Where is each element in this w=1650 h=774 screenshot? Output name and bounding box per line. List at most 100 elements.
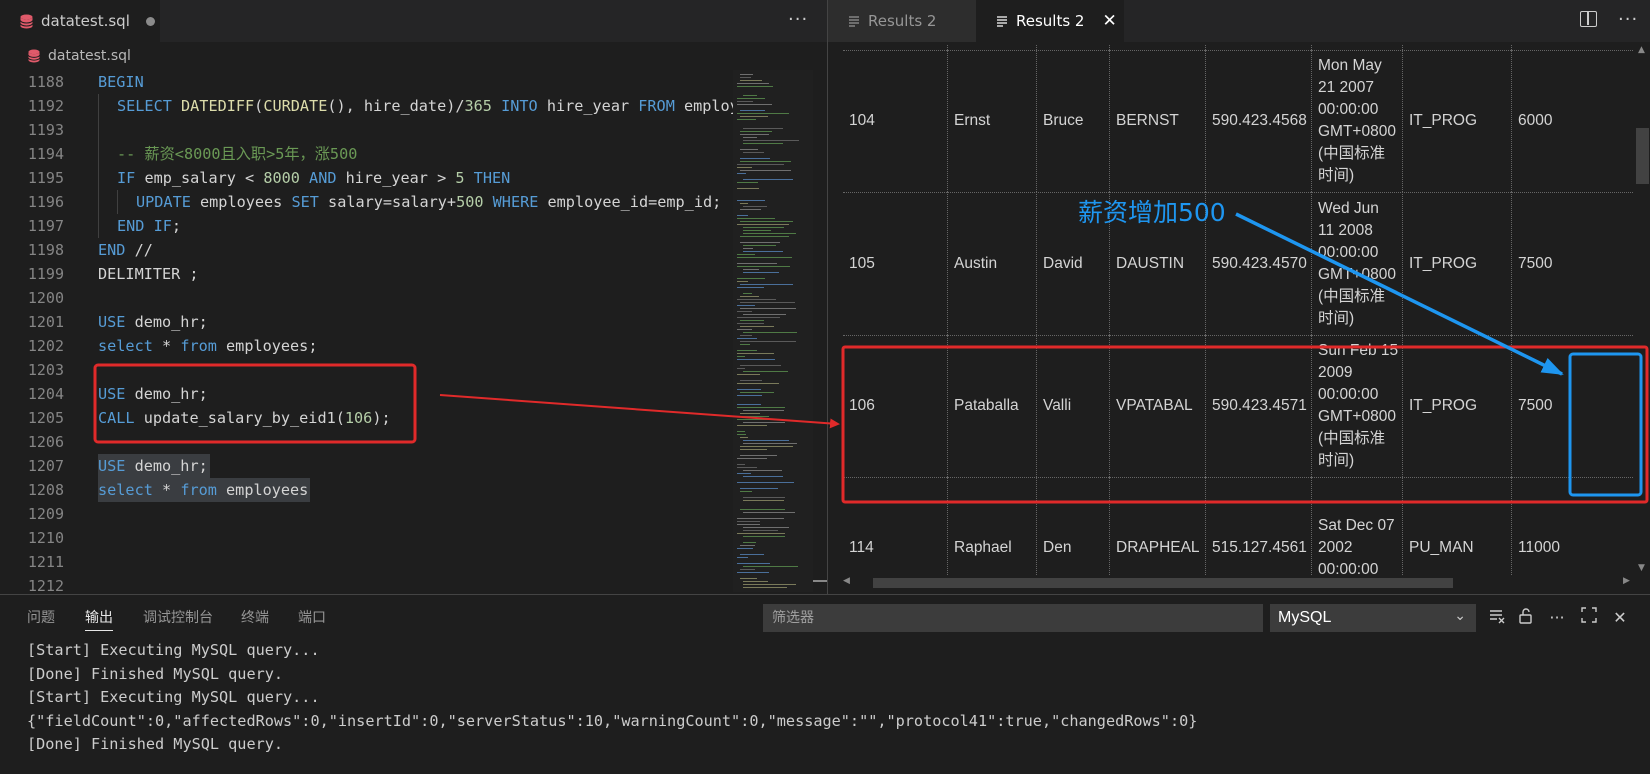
minimap-line bbox=[737, 218, 775, 219]
minimap-line bbox=[740, 341, 796, 342]
table-row[interactable]: 106 Pataballa Valli VPATABAL 590.423.4571 Sun… bbox=[843, 335, 1650, 477]
code-line[interactable]: SELECT DATEDIFF(CURDATE(), hire_date)/36… bbox=[98, 94, 733, 118]
tab-output[interactable]: 输出 bbox=[85, 607, 113, 631]
code-line[interactable]: END IF; bbox=[98, 214, 181, 238]
tab-ports[interactable]: 端口 bbox=[298, 607, 326, 627]
table-cell[interactable]: Ernst bbox=[947, 50, 1036, 192]
table-cell[interactable]: 106 bbox=[843, 335, 947, 477]
code-line[interactable]: DELIMITER ; bbox=[98, 262, 199, 286]
unsaved-dot-icon[interactable] bbox=[145, 16, 155, 26]
minimap-line bbox=[743, 443, 797, 444]
table-cell[interactable]: 590.423.4568 bbox=[1205, 50, 1311, 192]
minimap-line bbox=[737, 548, 753, 549]
more-actions-icon[interactable]: ··· bbox=[788, 9, 808, 30]
table-cell[interactable]: BERNST bbox=[1109, 50, 1205, 192]
tab-results-2-inactive[interactable]: Results 2 bbox=[828, 0, 976, 42]
minimap[interactable] bbox=[733, 70, 813, 592]
code-line[interactable]: BEGIN bbox=[98, 70, 144, 94]
split-editor-icon[interactable] bbox=[1580, 11, 1597, 27]
results-vertical-scrollbar[interactable]: ▲ ▼ bbox=[1633, 45, 1650, 575]
code-line[interactable]: IF emp_salary < 8000 AND hire_year > 5 T… bbox=[98, 166, 510, 190]
filter-input[interactable] bbox=[763, 604, 1263, 632]
scroll-right-icon[interactable]: ▶ bbox=[1623, 576, 1630, 586]
scroll-left-icon[interactable]: ◀ bbox=[843, 576, 850, 586]
scroll-thumb[interactable] bbox=[1636, 128, 1649, 184]
code-editor[interactable]: 1188 BEGIN 1192 SELECT DATEDIFF(CURDATE(), … bbox=[0, 70, 733, 592]
line-number: 1210 bbox=[27, 529, 64, 547]
minimap-line bbox=[743, 587, 787, 588]
table-cell[interactable]: Valli bbox=[1036, 335, 1109, 477]
minimap-line bbox=[737, 374, 760, 375]
code-line[interactable]: USE demo_hr; bbox=[98, 310, 208, 334]
code-token: demo_hr; bbox=[125, 313, 208, 331]
output-channel-select[interactable]: MySQL ⌄ bbox=[1270, 604, 1476, 632]
table-cell[interactable]: 590.423.4571 bbox=[1205, 335, 1311, 477]
table-cell[interactable]: Sun Feb 15 2009 00:00:00 GMT+0800 (中国标准 … bbox=[1311, 335, 1402, 477]
tab-debug-console[interactable]: 调试控制台 bbox=[143, 607, 213, 627]
line-number: 1194 bbox=[27, 145, 64, 163]
table-cell[interactable]: 104 bbox=[843, 50, 947, 192]
code-token: // bbox=[125, 241, 153, 259]
tab-results-2-active[interactable]: Results 2 ✕ bbox=[976, 0, 1124, 42]
minimap-line bbox=[737, 572, 769, 573]
table-row[interactable]: 114 Raphael Den DRAPHEAL 515.127.4561 Sat Dec… bbox=[843, 477, 1650, 575]
tab-problems[interactable]: 问题 bbox=[27, 607, 55, 627]
code-line[interactable]: USE demo_hr; bbox=[98, 382, 208, 406]
minimap-line bbox=[737, 278, 765, 279]
table-cell[interactable]: Bruce bbox=[1036, 50, 1109, 192]
table-cell[interactable]: Pataballa bbox=[947, 335, 1036, 477]
editor-scrollbar[interactable] bbox=[813, 70, 827, 592]
breadcrumb[interactable]: datatest.sql bbox=[0, 42, 827, 70]
table-cell[interactable]: Raphael bbox=[947, 477, 1036, 575]
code-token: demo_hr; bbox=[125, 385, 208, 403]
table-row[interactable]: 104 Ernst Bruce BERNST 590.423.4568 Mon May 2… bbox=[843, 50, 1650, 192]
code-line[interactable]: CALL update_salary_by_eid1(106); bbox=[98, 406, 391, 430]
editor-tab-datatest[interactable]: datatest.sql bbox=[0, 0, 160, 42]
code-line[interactable]: select * from employees; bbox=[98, 334, 317, 358]
lock-scroll-icon[interactable] bbox=[1515, 607, 1537, 629]
close-icon[interactable]: ✕ bbox=[1102, 11, 1116, 31]
code-line[interactable]: -- 薪资<8000且入职>5年，涨500 bbox=[98, 142, 357, 166]
code-token: hire_year > bbox=[336, 169, 456, 187]
minimap-line bbox=[737, 407, 785, 408]
table-row[interactable]: 105 Austin David DAUSTIN 590.423.4570 Wed Jun… bbox=[843, 192, 1650, 335]
minimap-line bbox=[737, 353, 774, 354]
minimap-line bbox=[740, 320, 764, 321]
tab-terminal[interactable]: 终端 bbox=[241, 607, 269, 627]
results-table[interactable]: 104 Ernst Bruce BERNST 590.423.4568 Mon May 2… bbox=[843, 45, 1650, 575]
table-cell[interactable]: Austin bbox=[947, 192, 1036, 335]
table-cell[interactable]: 11000 bbox=[1511, 477, 1633, 575]
table-cell[interactable]: IT_PROG bbox=[1402, 335, 1511, 477]
table-cell[interactable]: IT_PROG bbox=[1402, 50, 1511, 192]
more-actions-icon[interactable]: ··· bbox=[1618, 9, 1638, 30]
table-cell[interactable]: Den bbox=[1036, 477, 1109, 575]
table-cell[interactable]: 114 bbox=[843, 477, 947, 575]
table-cell[interactable]: 7500 bbox=[1511, 335, 1633, 477]
code-line[interactable]: select * from employees bbox=[98, 478, 308, 502]
minimap-line bbox=[743, 233, 796, 234]
table-cell[interactable]: Mon May 21 2007 00:00:00 GMT+0800 (中国标准 … bbox=[1311, 50, 1402, 192]
table-cell[interactable]: Sat Dec 07 2002 00:00:00 bbox=[1311, 477, 1402, 575]
table-cell[interactable]: 6000 bbox=[1511, 50, 1633, 192]
code-line[interactable]: END // bbox=[98, 238, 153, 262]
table-cell[interactable]: 7500 bbox=[1511, 192, 1633, 335]
code-line[interactable]: USE demo_hr; bbox=[98, 454, 208, 478]
table-cell[interactable]: 515.127.4561 bbox=[1205, 477, 1311, 575]
clear-output-icon[interactable] bbox=[1486, 607, 1508, 629]
scroll-thumb[interactable] bbox=[873, 578, 1453, 588]
more-actions-icon[interactable]: ··· bbox=[1546, 607, 1568, 629]
scroll-down-icon[interactable]: ▼ bbox=[1638, 563, 1645, 573]
scroll-up-icon[interactable]: ▲ bbox=[1638, 45, 1645, 55]
code-line[interactable]: UPDATE employees SET salary=salary+500 W… bbox=[98, 190, 721, 214]
table-cell[interactable]: Wed Jun 11 2008 00:00:00 GMT+0800 (中国标准 … bbox=[1311, 192, 1402, 335]
results-horizontal-scrollbar[interactable]: ◀ ▶ bbox=[843, 576, 1633, 590]
table-cell[interactable]: DRAPHEAL bbox=[1109, 477, 1205, 575]
close-panel-icon[interactable]: ✕ bbox=[1609, 607, 1631, 629]
line-number: 1198 bbox=[27, 241, 64, 259]
table-cell[interactable]: PU_MAN bbox=[1402, 477, 1511, 575]
table-cell[interactable]: IT_PROG bbox=[1402, 192, 1511, 335]
table-cell[interactable]: 105 bbox=[843, 192, 947, 335]
table-cell[interactable]: VPATABAL bbox=[1109, 335, 1205, 477]
maximize-panel-icon[interactable] bbox=[1578, 607, 1600, 629]
